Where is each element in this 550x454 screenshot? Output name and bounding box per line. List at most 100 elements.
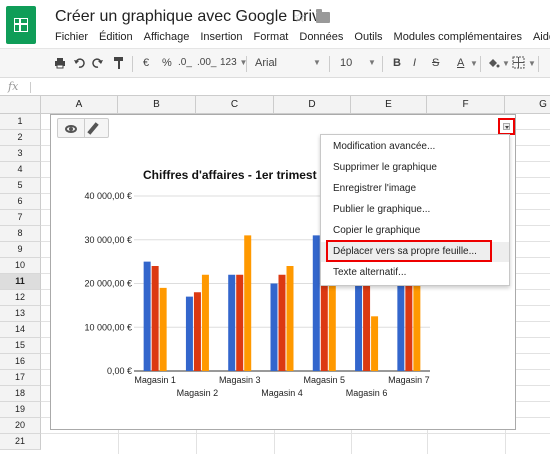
menu-aide[interactable]: Aide xyxy=(533,31,550,43)
increase-decimals-button[interactable]: .00_ xyxy=(197,56,216,70)
row-header-6[interactable]: 6 xyxy=(0,194,41,210)
highlight-annotation xyxy=(326,240,492,262)
decrease-decimals-button[interactable]: .0_ xyxy=(178,56,192,70)
gridline xyxy=(41,433,550,434)
toolbar: € % .0_ .00_ 123 ▼ Arial ▼ 10 ▼ B I S A ▼ … xyxy=(0,48,550,78)
column-header-e[interactable]: E xyxy=(351,96,427,114)
number-format-label: 123 xyxy=(220,57,237,68)
x-tick-label: Magasin 4 xyxy=(261,388,303,398)
caret-down-icon[interactable]: ▼ xyxy=(528,57,536,71)
borders-icon[interactable] xyxy=(512,56,526,70)
row-header-5[interactable]: 5 xyxy=(0,178,41,194)
undo-icon[interactable] xyxy=(73,57,85,69)
caret-down-icon: ▼ xyxy=(313,58,321,67)
chart-bar xyxy=(236,274,244,371)
sheets-logo-icon[interactable] xyxy=(6,6,36,44)
chart-context-menu: Modification avancée... Supprimer le gra… xyxy=(320,134,510,286)
column-header-c[interactable]: C xyxy=(196,96,274,114)
formula-input[interactable] xyxy=(36,80,546,94)
row-header-16[interactable]: 16 xyxy=(0,354,41,370)
font-family-dropdown[interactable]: Arial ▼ xyxy=(255,56,323,70)
chart-bar xyxy=(228,274,236,371)
menu-item-publish-chart[interactable]: Publier le graphique... xyxy=(321,200,509,220)
paint-format-icon[interactable] xyxy=(113,56,125,70)
toolbar-divider xyxy=(329,56,330,72)
row-header-15[interactable]: 15 xyxy=(0,338,41,354)
text-color-button[interactable]: A xyxy=(457,56,464,70)
chevron-down-icon xyxy=(503,123,510,130)
toolbar-divider xyxy=(132,56,133,72)
menu-insertion[interactable]: Insertion xyxy=(200,31,242,43)
chart-menu-toggle[interactable] xyxy=(498,118,515,135)
row-header-11[interactable]: 11 xyxy=(0,274,41,290)
redo-icon[interactable] xyxy=(92,57,104,69)
menu-item-delete-chart[interactable]: Supprimer le graphique xyxy=(321,158,509,178)
y-tick-label: 30 000,00 € xyxy=(84,235,132,245)
bold-button[interactable]: B xyxy=(393,56,401,70)
caret-down-icon[interactable]: ▼ xyxy=(502,57,510,71)
chart-bar xyxy=(371,316,379,371)
chart-bar xyxy=(278,274,286,371)
eye-icon[interactable] xyxy=(65,125,77,133)
number-format-dropdown[interactable]: 123 ▼ xyxy=(220,56,247,70)
formula-divider xyxy=(30,82,31,93)
row-header-17[interactable]: 17 xyxy=(0,370,41,386)
y-tick-label: 40 000,00 € xyxy=(84,191,132,201)
row-header-1[interactable]: 1 xyxy=(0,114,41,130)
folder-icon[interactable] xyxy=(316,9,330,23)
row-header-13[interactable]: 13 xyxy=(0,306,41,322)
menu-item-save-image[interactable]: Enregistrer l'image xyxy=(321,179,509,199)
menu-donnees[interactable]: Données xyxy=(299,31,343,43)
x-tick-label: Magasin 1 xyxy=(134,375,176,385)
chart-bar xyxy=(286,266,294,371)
row-header-2[interactable]: 2 xyxy=(0,130,41,146)
menu-item-advanced-edit[interactable]: Modification avancée... xyxy=(321,137,509,157)
italic-button[interactable]: I xyxy=(413,56,416,70)
y-tick-label: 0,00 € xyxy=(107,366,132,376)
font-size-dropdown[interactable]: 10 ▼ xyxy=(340,56,376,70)
column-header-d[interactable]: D xyxy=(274,96,351,114)
select-all-corner[interactable] xyxy=(0,96,41,114)
row-header-12[interactable]: 12 xyxy=(0,290,41,306)
row-header-21[interactable]: 21 xyxy=(0,434,41,450)
chart-bar xyxy=(193,292,201,371)
fx-icon: fx xyxy=(8,80,19,93)
menu-modules[interactable]: Modules complémentaires xyxy=(394,31,522,43)
percent-format-button[interactable]: % xyxy=(162,56,172,70)
chart-bar xyxy=(312,235,320,371)
y-tick-label: 10 000,00 € xyxy=(84,322,132,332)
column-header-f[interactable]: F xyxy=(427,96,505,114)
pencil-icon[interactable] xyxy=(87,122,99,135)
caret-down-icon[interactable]: ▼ xyxy=(470,57,478,71)
column-header-g[interactable]: G xyxy=(505,96,550,114)
print-icon[interactable] xyxy=(54,57,66,69)
menu-item-copy-chart[interactable]: Copier le graphique xyxy=(321,221,509,241)
menu-fichier[interactable]: Fichier xyxy=(55,31,88,43)
menu-format[interactable]: Format xyxy=(254,31,289,43)
strikethrough-button[interactable]: S xyxy=(432,56,439,70)
document-title[interactable]: Créer un graphique avec Google Drive xyxy=(55,8,329,26)
star-icon[interactable]: ☆ xyxy=(293,8,306,26)
row-header-9[interactable]: 9 xyxy=(0,242,41,258)
row-header-8[interactable]: 8 xyxy=(0,226,41,242)
menubar: Fichier Édition Affichage Insertion Format Do… xyxy=(55,31,550,47)
chart-action-buttons xyxy=(57,118,109,138)
row-header-18[interactable]: 18 xyxy=(0,386,41,402)
chart-bar xyxy=(185,296,193,371)
column-header-b[interactable]: B xyxy=(118,96,196,114)
row-header-4[interactable]: 4 xyxy=(0,162,41,178)
row-header-14[interactable]: 14 xyxy=(0,322,41,338)
row-header-7[interactable]: 7 xyxy=(0,210,41,226)
currency-format-button[interactable]: € xyxy=(143,56,149,70)
column-header-a[interactable]: A xyxy=(41,96,118,114)
menu-outils[interactable]: Outils xyxy=(354,31,382,43)
row-header-3[interactable]: 3 xyxy=(0,146,41,162)
menu-edition[interactable]: Édition xyxy=(99,31,133,43)
row-header-20[interactable]: 20 xyxy=(0,418,41,434)
row-header-19[interactable]: 19 xyxy=(0,402,41,418)
menu-item-alt-text[interactable]: Texte alternatif... xyxy=(321,263,509,283)
menu-affichage[interactable]: Affichage xyxy=(144,31,190,43)
row-header-10[interactable]: 10 xyxy=(0,258,41,274)
fill-color-icon[interactable] xyxy=(486,56,500,70)
x-tick-label: Magasin 2 xyxy=(177,388,219,398)
